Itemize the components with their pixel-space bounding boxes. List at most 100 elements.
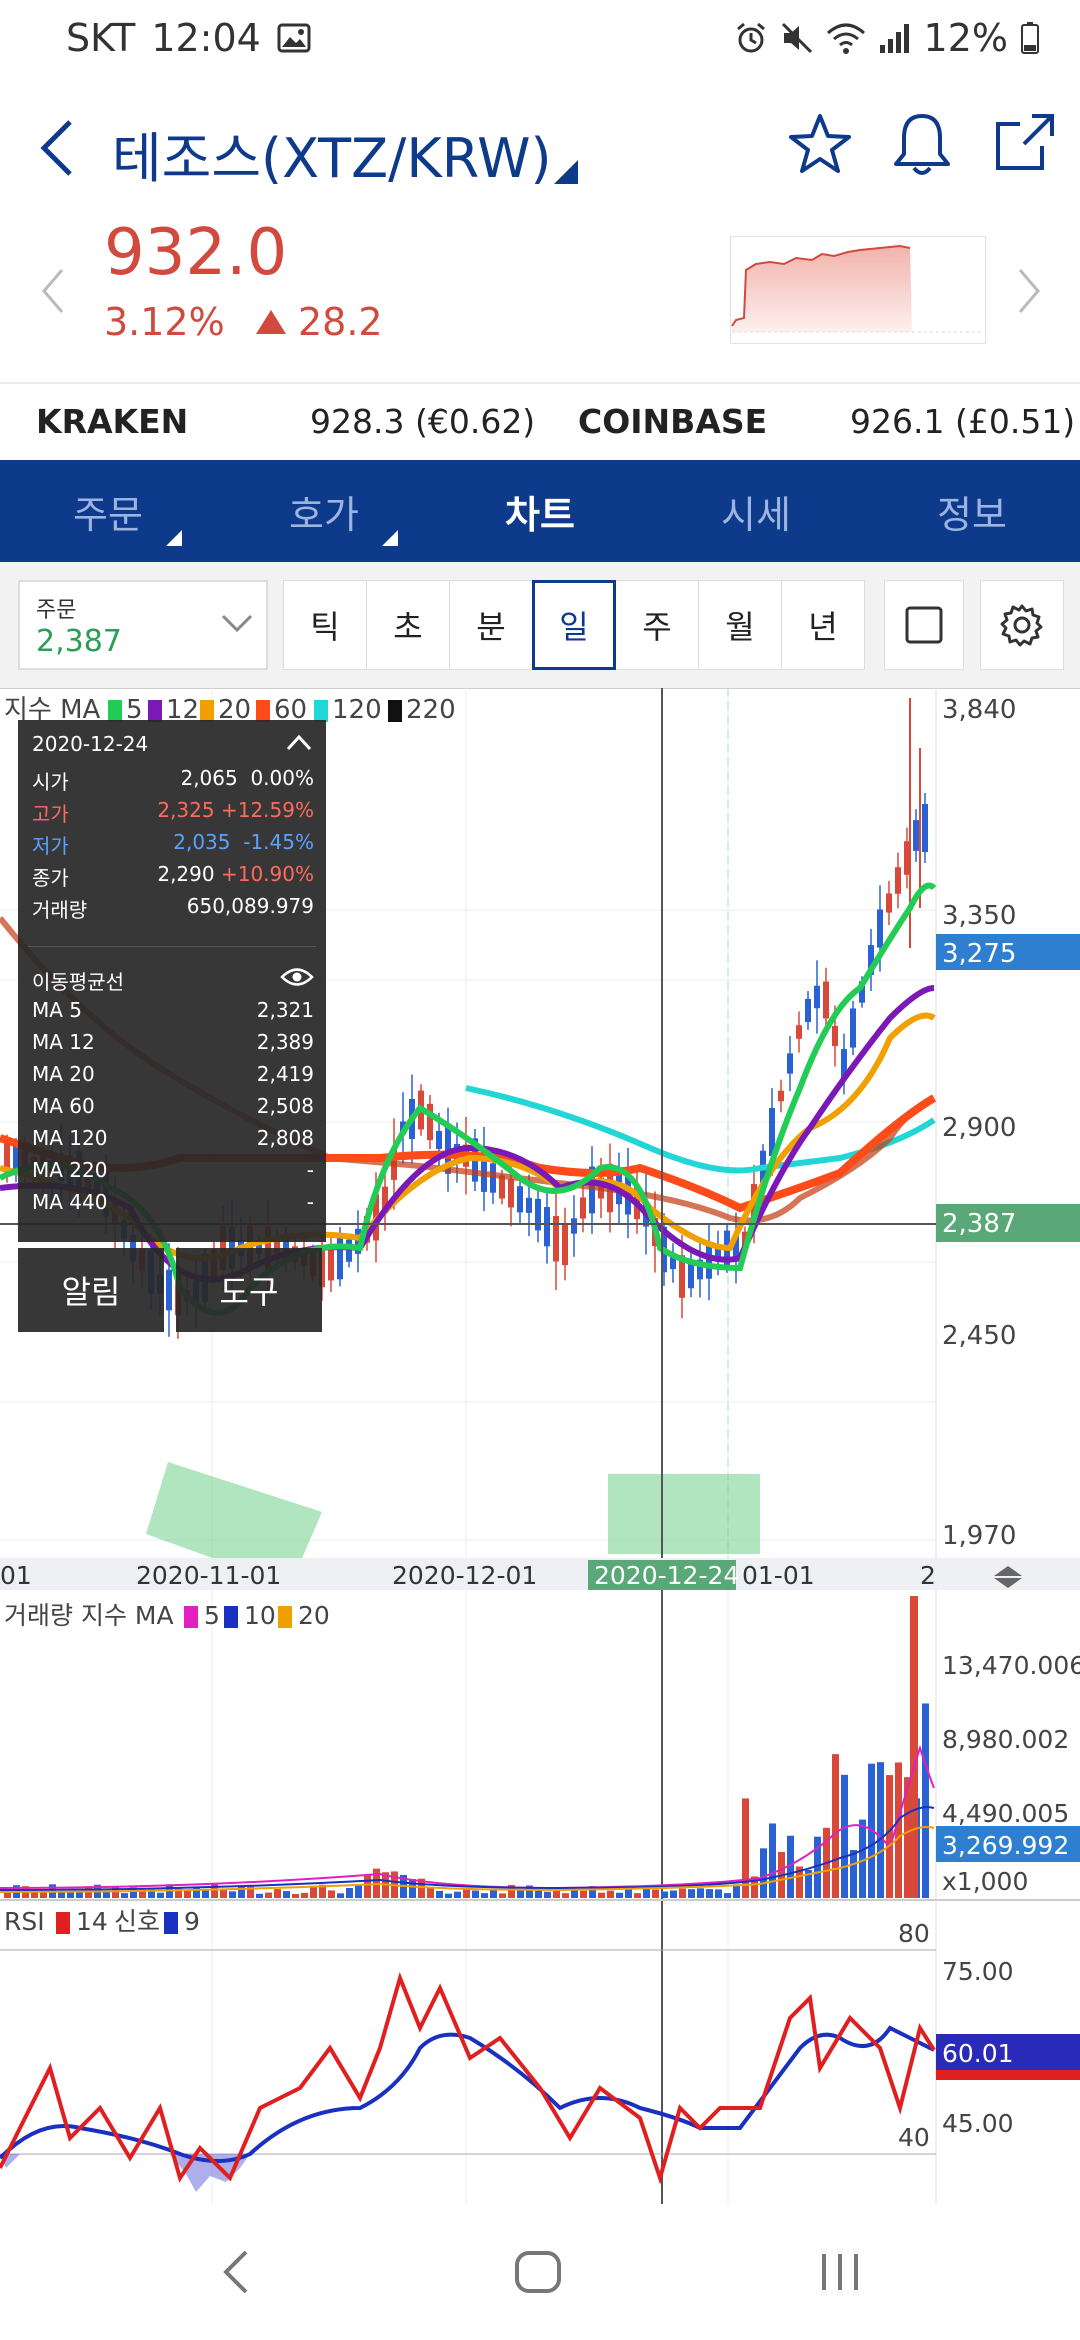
vol-legend-ma20: 20 xyxy=(298,1601,330,1630)
info-value: 2,290 xyxy=(157,862,215,886)
candle-body xyxy=(571,1218,577,1234)
candle-body xyxy=(346,1239,352,1262)
volume-bar xyxy=(310,1886,317,1898)
battery-icon xyxy=(1021,22,1039,54)
order-quick-select[interactable]: 주문 2,387 xyxy=(18,580,268,670)
tab-order[interactable]: 주문 xyxy=(0,460,216,562)
volume-bar xyxy=(454,1891,461,1898)
tab-quotes-label: 시세 xyxy=(721,492,791,537)
volume-bar xyxy=(337,1893,344,1898)
volume-bar xyxy=(364,1874,371,1898)
volume-bar xyxy=(886,1775,893,1898)
nav-recents-icon[interactable] xyxy=(818,2250,862,2294)
share-icon[interactable] xyxy=(992,110,1056,174)
price-y-tick: 1,970 xyxy=(942,1521,1016,1551)
volume-y-tick: 13,470.006 xyxy=(942,1651,1080,1680)
bell-icon[interactable] xyxy=(890,110,954,178)
volume-bar xyxy=(265,1892,272,1898)
info-label: 저가 xyxy=(32,834,69,858)
volume-bar xyxy=(328,1890,335,1898)
eye-icon[interactable] xyxy=(280,966,314,988)
candle-body xyxy=(895,867,901,894)
page-title[interactable]: 테조스(XTZ/KRW) xyxy=(112,114,552,193)
dropdown-triangle-icon[interactable] xyxy=(554,160,578,184)
tools-button[interactable]: 도구 xyxy=(176,1248,322,1332)
rsi-signal-tag xyxy=(936,2070,1080,2080)
volume-bar xyxy=(58,1892,65,1898)
candle-body xyxy=(823,981,829,1019)
volume-bar xyxy=(229,1891,236,1898)
period-selector: 틱 초 분 일 주 월 년 xyxy=(283,580,865,670)
star-icon[interactable] xyxy=(788,112,852,176)
nav-back-icon[interactable] xyxy=(220,2248,250,2296)
ma-label: MA 12 xyxy=(32,1030,95,1054)
ma-label: MA 60 xyxy=(32,1094,95,1118)
volume-bar xyxy=(283,1891,290,1898)
tab-chart[interactable]: 차트 xyxy=(432,460,648,562)
ma5-swatch xyxy=(108,700,122,722)
volume-bar xyxy=(184,1890,191,1898)
volume-bar xyxy=(688,1889,695,1898)
current-price: 932.0 xyxy=(104,216,288,290)
ma-title: 이동평균선 xyxy=(32,970,124,994)
period-year[interactable]: 년 xyxy=(781,580,865,670)
alarm-button[interactable]: 알림 xyxy=(18,1248,164,1332)
rsi-level-low: 40 xyxy=(898,2123,930,2152)
ma12-swatch xyxy=(148,700,162,722)
ma-row: MA 120 2,808 xyxy=(32,1126,314,1150)
price-y-tick: 3,840 xyxy=(942,695,1016,725)
alarm-icon xyxy=(736,22,765,53)
prev-coin-icon[interactable] xyxy=(38,266,68,316)
change-percent: 3.12% xyxy=(104,300,225,344)
rsi-swatch xyxy=(56,1912,70,1934)
candle-body xyxy=(796,1025,802,1039)
period-day[interactable]: 일 xyxy=(532,580,616,670)
volume-bar xyxy=(220,1889,227,1898)
ma-value: 2,321 xyxy=(256,998,314,1022)
info-label: 거래량 xyxy=(32,898,88,922)
volume-bar xyxy=(346,1887,353,1898)
candle-body xyxy=(535,1198,541,1231)
period-month[interactable]: 월 xyxy=(698,580,782,670)
volume-bar xyxy=(607,1890,614,1898)
info-row-low: 저가 2,035 -1.45% xyxy=(32,830,314,859)
rsi-legend-signal: 신호 xyxy=(114,1907,160,1936)
tab-info[interactable]: 정보 xyxy=(864,460,1080,562)
volume-bar xyxy=(409,1879,416,1898)
gear-icon xyxy=(1000,604,1043,647)
candle-body xyxy=(427,1103,433,1141)
collapse-chevron-icon[interactable] xyxy=(286,734,312,752)
ma-label: MA 20 xyxy=(32,1062,95,1086)
info-row-volume: 거래량 650,089.979 xyxy=(32,894,314,923)
info-value: 2,325 xyxy=(157,798,215,822)
ma-value: - xyxy=(306,1190,314,1214)
layout-toggle-button[interactable] xyxy=(884,580,964,670)
ma120-swatch xyxy=(314,700,328,722)
back-icon[interactable] xyxy=(38,118,78,178)
tab-quotes[interactable]: 시세 xyxy=(648,460,864,562)
rsi-line xyxy=(0,1971,936,2185)
volume-bar xyxy=(517,1890,524,1898)
ma220-swatch xyxy=(388,700,402,722)
mini-sparkline[interactable] xyxy=(730,236,986,344)
nav-home-icon[interactable] xyxy=(514,2250,562,2294)
candle-body xyxy=(814,985,820,1009)
chart-settings-button[interactable] xyxy=(980,580,1064,670)
info-pct: +12.59% xyxy=(220,798,314,822)
period-second[interactable]: 초 xyxy=(366,580,450,670)
period-week[interactable]: 주 xyxy=(615,580,699,670)
period-tick[interactable]: 틱 xyxy=(283,580,367,670)
volume-bar xyxy=(472,1890,479,1898)
candle-body xyxy=(517,1186,523,1213)
info-row-open: 시가 2,065 0.00% xyxy=(32,766,314,795)
candle-body xyxy=(166,1269,172,1311)
volume-unit: x1,000 xyxy=(942,1867,1028,1896)
rsi-y-tick: 45.00 xyxy=(942,2109,1014,2138)
tab-orderbook[interactable]: 호가 xyxy=(216,460,432,562)
info-pct: -1.45% xyxy=(243,830,314,854)
volume-bar xyxy=(427,1887,434,1898)
period-minute[interactable]: 분 xyxy=(449,580,533,670)
volume-bar xyxy=(157,1892,164,1898)
volume-bar xyxy=(697,1888,704,1898)
next-coin-icon[interactable] xyxy=(1014,266,1044,316)
